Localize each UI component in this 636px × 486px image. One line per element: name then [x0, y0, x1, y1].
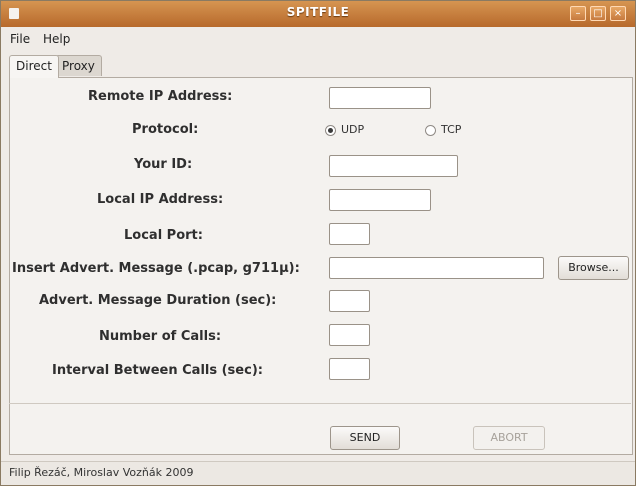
separator: [9, 403, 631, 404]
tab-direct[interactable]: Direct: [9, 55, 59, 78]
interval-input[interactable]: [329, 358, 370, 380]
title-bar[interactable]: SPITFILE – □ ×: [1, 1, 635, 28]
advert-duration-input[interactable]: [329, 290, 370, 312]
menu-help[interactable]: Help: [43, 32, 70, 46]
abort-button[interactable]: ABORT: [473, 426, 545, 450]
menu-bar: File Help: [1, 27, 635, 51]
local-ip-input[interactable]: [329, 189, 431, 211]
status-text: Filip Řezáč, Miroslav Vozňák 2009: [9, 466, 194, 479]
menu-file[interactable]: File: [10, 32, 30, 46]
number-of-calls-label: Number of Calls:: [99, 329, 222, 344]
local-port-label: Local Port:: [124, 228, 203, 243]
close-button[interactable]: ×: [610, 6, 626, 21]
advert-message-input[interactable]: [329, 257, 544, 279]
tcp-label: TCP: [441, 123, 462, 136]
app-window: SPITFILE – □ × File Help Direct Proxy Re…: [0, 0, 636, 486]
local-ip-label: Local IP Address:: [97, 192, 224, 207]
minimize-button[interactable]: –: [570, 6, 586, 21]
maximize-button[interactable]: □: [590, 6, 606, 21]
protocol-label: Protocol:: [132, 122, 199, 137]
status-bar: Filip Řezáč, Miroslav Vozňák 2009: [1, 461, 635, 485]
local-port-input[interactable]: [329, 223, 370, 245]
tab-proxy[interactable]: Proxy: [55, 55, 102, 76]
radio-unselected-icon: [425, 125, 436, 136]
advert-duration-label: Advert. Message Duration (sec):: [39, 293, 277, 308]
send-button[interactable]: SEND: [330, 426, 400, 450]
your-id-input[interactable]: [329, 155, 458, 177]
radio-selected-icon: [325, 125, 336, 136]
interval-label: Interval Between Calls (sec):: [52, 363, 263, 378]
advert-message-label: Insert Advert. Message (.pcap, g711µ):: [12, 261, 300, 276]
remote-ip-label: Remote IP Address:: [88, 89, 233, 104]
window-title: SPITFILE: [286, 5, 350, 19]
number-of-calls-input[interactable]: [329, 324, 370, 346]
remote-ip-input[interactable]: [329, 87, 431, 109]
browse-button[interactable]: Browse...: [558, 256, 629, 280]
udp-label: UDP: [341, 123, 365, 136]
your-id-label: Your ID:: [134, 157, 193, 172]
